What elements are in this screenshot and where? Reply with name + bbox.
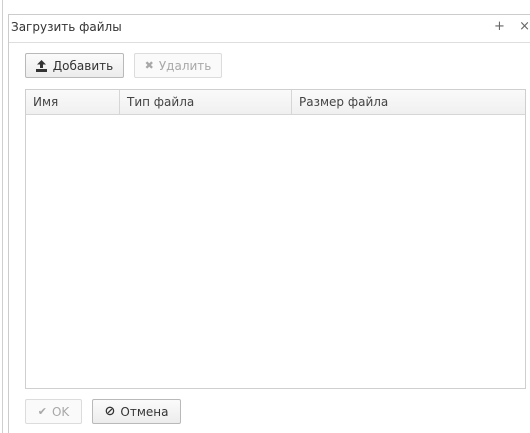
delete-file-label: Удалить (158, 58, 212, 73)
cancel-button[interactable]: ⊘ Отмена (92, 399, 181, 424)
add-file-button[interactable]: Добавить (25, 53, 124, 78)
table-header: Имя Тип файла Размер файла (26, 90, 525, 115)
ok-label: OK (51, 404, 70, 419)
delete-file-button[interactable]: ✖ Удалить (134, 53, 222, 78)
checkmark-icon: ✔ (37, 405, 47, 418)
background-window-edge (0, 0, 8, 433)
table-body (26, 115, 525, 388)
column-header-file-type[interactable]: Тип файла (120, 90, 292, 114)
column-header-file-size[interactable]: Размер файла (292, 90, 525, 114)
dialog-title: Загрузить файлы (11, 20, 122, 34)
add-file-label: Добавить (52, 58, 114, 73)
files-table: Имя Тип файла Размер файла (25, 89, 526, 389)
window-edge-line (2, 0, 3, 433)
cancel-label: Отмена (120, 404, 169, 419)
ok-button[interactable]: ✔ OK (25, 399, 82, 424)
x-icon: ✖ (144, 59, 154, 72)
close-icon[interactable]: × (519, 19, 530, 34)
dialog-titlebar[interactable]: Загрузить файлы + × (9, 15, 530, 43)
column-header-name[interactable]: Имя (26, 90, 120, 114)
cancel-icon: ⊘ (104, 404, 116, 419)
maximize-icon[interactable]: + (494, 19, 505, 34)
page: Загрузить файлы + × Добавить ✖ Удалить И… (0, 0, 530, 433)
upload-files-dialog: Загрузить файлы + × Добавить ✖ Удалить И… (8, 14, 530, 433)
title-actions: + × (484, 19, 530, 34)
upload-icon (35, 59, 47, 72)
